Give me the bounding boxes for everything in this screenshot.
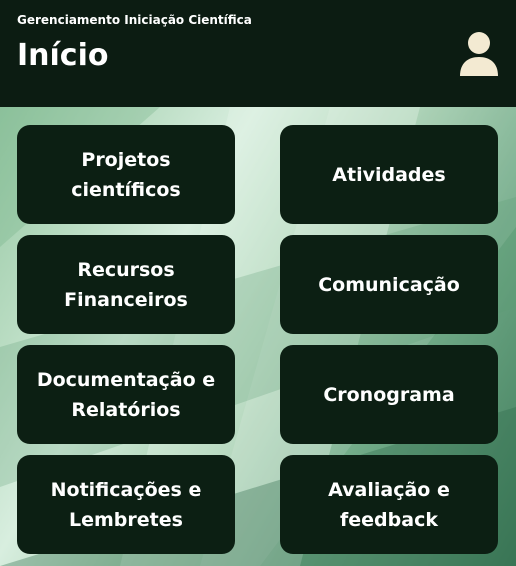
menu-label: Atividades: [332, 163, 446, 186]
page-title: Início: [17, 38, 109, 73]
menu-label: Cronograma: [323, 383, 455, 406]
menu-label-line2: Financeiros: [64, 288, 188, 311]
user-icon: [460, 32, 498, 76]
menu-label-line2: feedback: [340, 508, 438, 531]
menu-projetos-cientificos-button[interactable]: Projetos científicos: [17, 125, 235, 224]
menu-recursos-financeiros-button[interactable]: Recursos Financeiros: [17, 235, 235, 334]
menu-notificacoes-lembretes-button[interactable]: Notificações e Lembretes: [17, 455, 235, 554]
menu-label-line2: Lembretes: [69, 508, 183, 531]
menu-avaliacao-feedback-button[interactable]: Avaliação e feedback: [280, 455, 498, 554]
menu-label: Projetos científicos: [71, 148, 181, 201]
menu-label-line2: Relatórios: [71, 398, 181, 421]
menu-atividades-button[interactable]: Atividades: [280, 125, 498, 224]
app-header: Gerenciamento Iniciação Científica Iníci…: [0, 0, 516, 107]
menu-documentacao-relatorios-button[interactable]: Documentação e Relatórios: [17, 345, 235, 444]
menu-label-line1: Avaliação e: [328, 478, 450, 501]
menu-cronograma-button[interactable]: Cronograma: [280, 345, 498, 444]
menu-label-line1: Notificações e: [50, 478, 202, 501]
menu-label-line1: Documentação e: [36, 368, 216, 391]
menu-label-line1: Recursos: [77, 258, 175, 281]
app-name: Gerenciamento Iniciação Científica: [17, 13, 252, 27]
app-window: Gerenciamento Iniciação Científica Iníci…: [0, 0, 516, 566]
menu-comunicacao-button[interactable]: Comunicação: [280, 235, 498, 334]
menu-area: Projetos científicos Atividades Recursos…: [0, 107, 516, 566]
menu-label: Comunicação: [318, 273, 460, 296]
user-profile-button[interactable]: [458, 30, 500, 78]
